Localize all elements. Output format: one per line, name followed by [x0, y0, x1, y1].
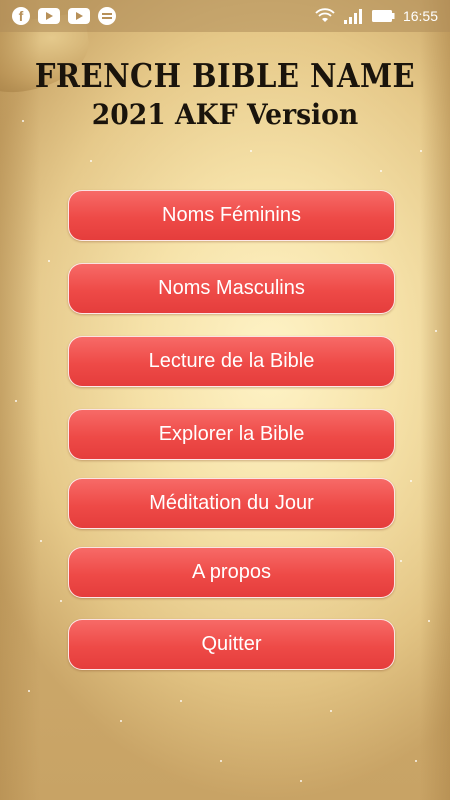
wifi-icon	[315, 8, 335, 22]
noms-feminins-button[interactable]: Noms Féminins	[68, 190, 395, 241]
title-version: 2021 AKF Version	[91, 98, 359, 131]
lecture-bible-button[interactable]: Lecture de la Bible	[68, 336, 395, 387]
app-screen: f 16:55 FRENCH BIBLE NAME 2021 AKF Versi…	[0, 0, 450, 800]
status-time: 16:55	[402, 8, 438, 24]
noms-masculins-button[interactable]: Noms Masculins	[68, 263, 395, 314]
a-propos-button[interactable]: A propos	[68, 547, 395, 598]
facebook-icon: f	[12, 7, 30, 25]
battery-icon	[371, 10, 395, 22]
message-icon	[98, 7, 116, 25]
title-main: FRENCH BIBLE NAME	[34, 56, 416, 95]
youtube-icon	[38, 8, 60, 24]
explorer-bible-button[interactable]: Explorer la Bible	[68, 409, 395, 460]
status-bar: f 16:55	[0, 0, 450, 32]
app-title: FRENCH BIBLE NAME 2021 AKF Version	[0, 55, 450, 133]
status-notifications: f	[0, 7, 116, 25]
youtube-icon	[68, 8, 90, 24]
status-system: 16:55	[315, 8, 450, 24]
quitter-button[interactable]: Quitter	[68, 619, 395, 670]
signal-icon	[343, 9, 362, 24]
meditation-jour-button[interactable]: Méditation du Jour	[68, 478, 395, 529]
